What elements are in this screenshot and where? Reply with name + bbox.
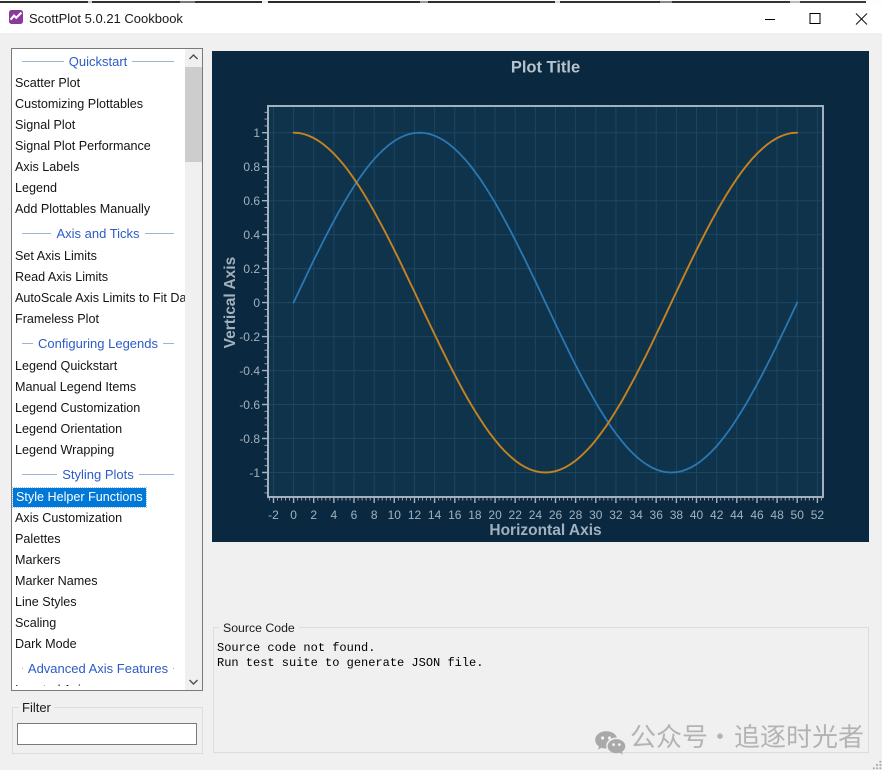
svg-text:Horizontal Axis: Horizontal Axis	[489, 522, 601, 539]
svg-text:24: 24	[529, 508, 543, 522]
svg-text:2: 2	[310, 508, 317, 522]
svg-text:-0.6: -0.6	[239, 398, 260, 412]
svg-text:44: 44	[730, 508, 744, 522]
svg-text:Vertical Axis: Vertical Axis	[222, 257, 239, 349]
svg-text:0: 0	[290, 508, 297, 522]
svg-text:50: 50	[791, 508, 805, 522]
svg-text:Plot Title: Plot Title	[511, 59, 580, 77]
svg-text:28: 28	[569, 508, 583, 522]
svg-text:-0.8: -0.8	[239, 432, 260, 446]
svg-text:22: 22	[509, 508, 523, 522]
svg-text:48: 48	[770, 508, 784, 522]
svg-text:26: 26	[549, 508, 563, 522]
svg-text:10: 10	[388, 508, 402, 522]
svg-text:34: 34	[629, 508, 643, 522]
svg-text:-0.4: -0.4	[239, 364, 260, 378]
svg-text:-1: -1	[249, 466, 260, 480]
svg-text:1: 1	[253, 126, 260, 140]
svg-text:16: 16	[448, 508, 462, 522]
svg-text:12: 12	[408, 508, 422, 522]
svg-text:8: 8	[371, 508, 378, 522]
svg-text:14: 14	[428, 508, 442, 522]
svg-text:36: 36	[650, 508, 664, 522]
svg-text:32: 32	[609, 508, 623, 522]
svg-text:0.8: 0.8	[243, 160, 260, 174]
svg-text:0.2: 0.2	[243, 262, 260, 276]
svg-text:46: 46	[750, 508, 764, 522]
svg-text:0.4: 0.4	[243, 228, 260, 242]
svg-text:30: 30	[589, 508, 603, 522]
svg-text:38: 38	[670, 508, 684, 522]
svg-text:42: 42	[710, 508, 724, 522]
svg-text:6: 6	[351, 508, 358, 522]
svg-text:0: 0	[253, 296, 260, 310]
svg-text:52: 52	[811, 508, 825, 522]
svg-text:4: 4	[331, 508, 338, 522]
svg-text:-0.2: -0.2	[239, 330, 260, 344]
svg-text:20: 20	[488, 508, 502, 522]
svg-text:-2: -2	[268, 508, 279, 522]
svg-text:40: 40	[690, 508, 704, 522]
svg-text:18: 18	[468, 508, 482, 522]
svg-text:0.6: 0.6	[243, 194, 260, 208]
